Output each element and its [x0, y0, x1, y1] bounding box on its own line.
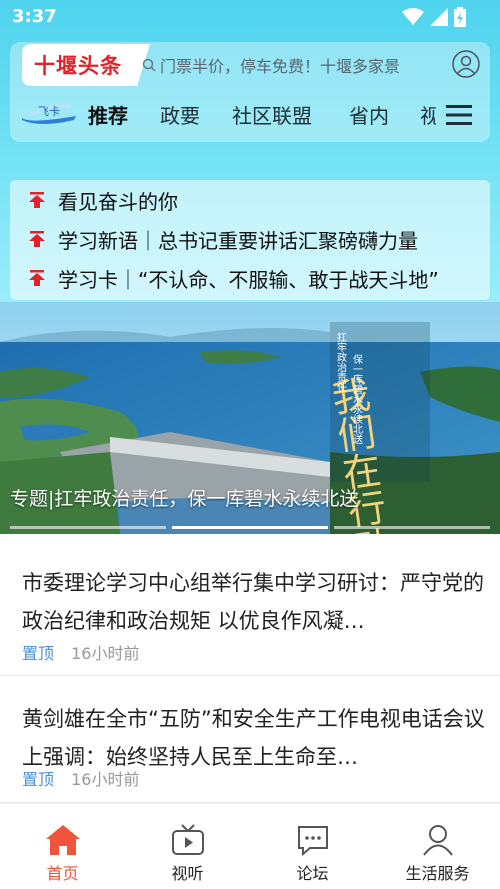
- carousel-dot: [334, 526, 490, 529]
- tab-politics[interactable]: 政要: [160, 100, 200, 129]
- feika-logo-icon[interactable]: 飞卡: [20, 98, 78, 126]
- headline-text: 学习卡｜“不认命、不服输、敢于战天斗地”: [58, 267, 439, 292]
- banner-vertical-text-2: 保一库碧水永续北送: [351, 353, 363, 445]
- nav-life-services[interactable]: 生活服务: [375, 804, 500, 889]
- banner-carousel[interactable]: 我们在行动 扛牢政治责任 保一库碧水永续北送 专题|扛牢政治责任，保一库碧水永续…: [0, 302, 500, 534]
- headline-item[interactable]: 学习卡｜“不认命、不服输、敢于战天斗地”: [28, 261, 439, 295]
- tab-province[interactable]: 省内: [349, 100, 389, 129]
- headline-text: 看见奋斗的你: [58, 189, 178, 214]
- article-title: 黄剑雄在全市“五防”和安全生产工作电视电话会议上强调：始终坚持人民至上生命至…: [22, 707, 485, 769]
- article-time: 16小时前: [71, 644, 140, 663]
- headline-text: 学习新语｜总书记重要讲话汇聚磅礴力量: [58, 228, 418, 253]
- search-bar[interactable]: 门票半价，停车免费！十堰多家景: [142, 50, 444, 80]
- status-time: 3:37: [12, 6, 57, 27]
- nav-forum[interactable]: 论坛: [250, 804, 375, 889]
- article-item[interactable]: 市委理论学习中心组举行集中学习研讨：严守党的政治纪律和政治规矩 以优良作风凝… …: [0, 540, 500, 676]
- article-title: 市委理论学习中心组举行集中学习研讨：严守党的政治纪律和政治规矩 以优良作风凝…: [22, 571, 484, 633]
- pinned-badge: 置顶: [22, 770, 55, 789]
- bottom-navigation: 首页 视听 论坛 生活服务: [0, 803, 500, 889]
- carousel-dot: [10, 526, 166, 529]
- home-icon: [45, 825, 80, 855]
- tv-icon: [171, 824, 204, 855]
- article-meta: 置顶 16小时前: [22, 766, 139, 790]
- article-item[interactable]: 黄剑雄在全市“五防”和安全生产工作电视电话会议上强调：始终坚持人民至上生命至… …: [0, 676, 500, 803]
- status-icons: [402, 7, 466, 27]
- up-arrow-icon: [29, 231, 45, 247]
- header-top-row: 十堰头条 门票半价，停车免费！十堰多家景: [10, 42, 490, 88]
- person-icon: [422, 825, 453, 856]
- nav-av[interactable]: 视听: [125, 804, 250, 889]
- channel-tabs: 飞卡 推荐 政要 社区联盟 省内 视: [10, 92, 490, 138]
- search-icon: [142, 58, 156, 72]
- up-arrow-icon: [29, 192, 45, 208]
- tab-community[interactable]: 社区联盟: [232, 100, 312, 129]
- app-logo[interactable]: 十堰头条: [22, 44, 150, 86]
- battery-icon: [454, 7, 466, 27]
- headline-item[interactable]: 看见奋斗的你: [28, 183, 178, 217]
- feika-logo-text: 飞卡: [38, 105, 60, 118]
- banner-vertical-text-1: 扛牢政治责任: [335, 331, 347, 393]
- user-avatar-icon[interactable]: [452, 50, 480, 78]
- wifi-icon: [402, 8, 424, 25]
- carousel-indicator: [0, 526, 500, 530]
- search-placeholder: 门票半价，停车免费！十堰多家景: [160, 57, 401, 76]
- tab-recommend[interactable]: 推荐: [88, 100, 128, 129]
- nav-home-label: 首页: [46, 864, 79, 883]
- article-meta: 置顶 16小时前: [22, 640, 139, 664]
- up-arrow-icon: [29, 270, 45, 286]
- carousel-dot-active: [172, 526, 328, 529]
- nav-life-services-label: 生活服务: [405, 864, 470, 883]
- app-header: 十堰头条 门票半价，停车免费！十堰多家景 飞卡 推荐 政要 社区联盟 省内 视: [10, 42, 490, 142]
- chat-icon: [297, 826, 328, 856]
- pinned-badge: 置顶: [22, 644, 55, 663]
- nav-forum-label: 论坛: [296, 864, 329, 883]
- banner-caption: 专题|扛牢政治责任，保一库碧水永续北送: [10, 488, 359, 510]
- status-bar: 3:37: [0, 0, 500, 34]
- top-headlines: 看见奋斗的你 学习新语｜总书记重要讲话汇聚磅礴力量 学习卡｜“不认命、不服输、敢…: [10, 180, 490, 300]
- tab-video-partial[interactable]: 视: [420, 100, 436, 129]
- menu-icon[interactable]: [446, 104, 472, 126]
- article-time: 16小时前: [71, 770, 140, 789]
- headline-item[interactable]: 学习新语｜总书记重要讲话汇聚磅礴力量: [28, 222, 418, 256]
- nav-av-label: 视听: [171, 864, 204, 883]
- nav-home[interactable]: 首页: [0, 804, 125, 889]
- signal-icon: [430, 8, 448, 26]
